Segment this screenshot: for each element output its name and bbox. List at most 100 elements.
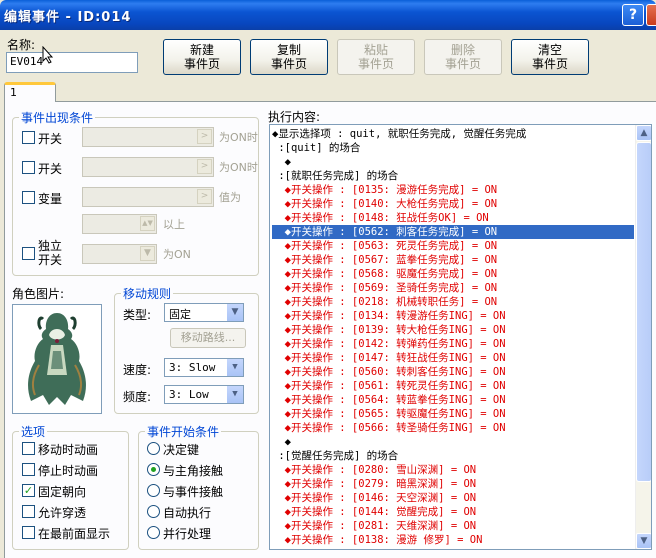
command-row[interactable]: ◆开关操作 : [0564: 转蓝拳任务ING] = ON [272, 393, 634, 407]
trigger-radio[interactable] [147, 442, 160, 455]
command-row[interactable]: ◆开关操作 : [0144: 觉醒完成] = ON [272, 505, 634, 519]
self-switch-label-1: 独立 [38, 239, 63, 253]
copy-page-button[interactable]: 复制 事件页 [250, 39, 328, 75]
scroll-up-icon[interactable]: ▲ [636, 125, 651, 141]
move-type-select[interactable]: 固定 ▼ [164, 303, 244, 322]
option-label: 允许穿透 [38, 506, 87, 520]
command-row[interactable]: ◆开关操作 : [0140: 大枪任务完成] = ON [272, 197, 634, 211]
option-checkbox[interactable] [22, 505, 35, 518]
window-title: 编辑事件 - ID:014 [4, 10, 132, 25]
character-graphic[interactable] [12, 304, 102, 414]
variable-arrow-icon: > [197, 189, 212, 204]
delete-page-button[interactable]: 删除 事件页 [424, 39, 502, 75]
tab-page-1[interactable]: 1 [4, 82, 56, 102]
switch1-field: > [82, 127, 214, 147]
command-row[interactable]: ◆开关操作 : [0147: 转狂战任务ING] = ON [272, 351, 634, 365]
trigger-radio[interactable] [147, 505, 160, 518]
command-row[interactable]: ◆开关操作 : [0139: 转大枪任务ING] = ON [272, 323, 634, 337]
help-button[interactable]: ? [622, 4, 644, 26]
switch2-field: > [82, 157, 214, 177]
command-row[interactable]: ◆开关操作 : [0567: 蓝拳任务完成] = ON [272, 253, 634, 267]
trigger-label: 自动执行 [163, 506, 212, 520]
move-route-button[interactable]: 移动路线... [170, 328, 246, 348]
self-switch-arrow-icon: ▼ [140, 246, 155, 261]
switch1-arrow-icon: > [197, 129, 212, 144]
variable-checkbox[interactable] [22, 191, 35, 204]
command-row[interactable]: :[quit] 的场合 [272, 141, 634, 155]
trigger-label: 与主角接触 [163, 464, 224, 478]
command-row[interactable]: ◆开关操作 : [0281: 天维深渊] = ON [272, 519, 634, 533]
self-switch-suffix: 为ON [163, 248, 191, 261]
new-page-button[interactable]: 新建 事件页 [163, 39, 241, 75]
new-page-label-2: 事件页 [183, 57, 220, 71]
self-switch-checkbox[interactable] [22, 247, 35, 260]
move-freq-label: 频度: [123, 390, 152, 404]
contents-label: 执行内容: [268, 110, 321, 124]
delete-page-label-2: 事件页 [444, 57, 481, 71]
command-row[interactable]: :[觉醒任务完成] 的场合 [272, 449, 634, 463]
event-commands-list[interactable]: ◆显示选择项 : quit, 就职任务完成, 觉醒任务完成 :[quit] 的场… [269, 124, 652, 550]
command-row[interactable]: ◆开关操作 : [0218: 机械转职任务] = ON [272, 295, 634, 309]
command-row[interactable]: ◆开关操作 : [0569: 圣骑任务完成] = ON [272, 281, 634, 295]
command-row[interactable]: ◆开关操作 : [0142: 转弹药任务ING] = ON [272, 337, 634, 351]
name-input[interactable]: EV014 [6, 52, 138, 73]
move-type-value: 固定 [169, 308, 191, 321]
command-row[interactable]: ◆开关操作 : [0561: 转死灵任务ING] = ON [272, 379, 634, 393]
option-label: 固定朝向 [38, 485, 87, 499]
self-switch-combo: ▼ [82, 244, 157, 264]
switch2-checkbox[interactable] [22, 161, 35, 174]
command-row[interactable]: ◆开关操作 : [0560: 转刺客任务ING] = ON [272, 365, 634, 379]
trigger-radio[interactable] [147, 526, 160, 539]
command-row[interactable]: ◆开关操作 : [0565: 转驱魔任务ING] = ON [272, 407, 634, 421]
command-row[interactable]: ◆开关操作 : [0566: 转圣骑任务ING] = ON [272, 421, 634, 435]
variable-field: > [82, 187, 214, 207]
option-checkbox[interactable] [22, 442, 35, 455]
self-switch-label-2: 开关 [38, 253, 63, 267]
paste-page-label-2: 事件页 [357, 57, 394, 71]
command-row[interactable]: ◆ [272, 435, 634, 449]
vertical-scrollbar[interactable]: ▲ ▼ [635, 125, 651, 549]
command-row[interactable]: ◆开关操作 : [0279: 暗黑深渊] = ON [272, 477, 634, 491]
copy-page-label-2: 事件页 [270, 57, 307, 71]
scroll-thumb[interactable] [636, 142, 651, 482]
command-row[interactable]: ◆ [272, 155, 634, 169]
trigger-label: 决定键 [163, 443, 200, 457]
command-row[interactable]: :[就职任务完成] 的场合 [272, 169, 634, 183]
close-button[interactable] [646, 4, 656, 26]
move-speed-select[interactable]: 3: Slow ▼ [164, 358, 244, 377]
option-label: 在最前面显示 [38, 527, 111, 541]
option-checkbox[interactable]: ✓ [22, 484, 35, 497]
option-checkbox[interactable] [22, 526, 35, 539]
trigger-radio[interactable] [147, 463, 160, 476]
command-row[interactable]: ◆开关操作 : [0135: 漫游任务完成] = ON [272, 183, 634, 197]
paste-page-button[interactable]: 粘贴 事件页 [337, 39, 415, 75]
trigger-radio[interactable] [147, 484, 160, 497]
command-row[interactable]: ◆开关操作 : [0563: 死灵任务完成] = ON [272, 239, 634, 253]
switch1-label: 开关 [38, 132, 63, 146]
variable-value-spinner: ▲▼ [82, 214, 157, 234]
spinner-arrow-icon: ▲▼ [140, 216, 155, 231]
command-row[interactable]: ◆开关操作 : [0562: 刺客任务完成] = ON [272, 225, 634, 239]
character-sprite-icon [28, 313, 86, 405]
command-row[interactable]: ◆开关操作 : [0148: 狂战任务OK] = ON [272, 211, 634, 225]
above-label: 以上 [163, 218, 185, 231]
mouse-cursor-icon [42, 45, 54, 67]
copy-page-label-1: 复制 [276, 43, 301, 57]
move-freq-select[interactable]: 3: Low ▼ [164, 385, 244, 404]
command-row[interactable]: ◆开关操作 : [0134: 转漫游任务ING] = ON [272, 309, 634, 323]
command-row[interactable]: ◆开关操作 : [0568: 驱魔任务完成] = ON [272, 267, 634, 281]
variable-suffix: 值为 [219, 191, 241, 204]
command-row[interactable]: ◆显示选择项 : quit, 就职任务完成, 觉醒任务完成 [272, 127, 634, 141]
trigger-label: 并行处理 [163, 527, 212, 541]
command-row[interactable]: ◆开关操作 : [0138: 漫游 修罗] = ON [272, 533, 634, 547]
trigger-title: 事件开始条件 [145, 423, 222, 440]
switch1-checkbox[interactable] [22, 131, 35, 144]
command-row[interactable]: ◆开关操作 : [0280: 雪山深渊] = ON [272, 463, 634, 477]
variable-label: 变量 [38, 192, 63, 206]
scroll-down-icon[interactable]: ▼ [636, 533, 651, 549]
clear-page-button[interactable]: 清空 事件页 [511, 39, 589, 75]
movement-title: 移动规则 [121, 285, 174, 302]
command-row[interactable]: ◆开关操作 : [0146: 天空深渊] = ON [272, 491, 634, 505]
option-checkbox[interactable] [22, 463, 35, 476]
paste-page-label-1: 粘贴 [363, 43, 388, 57]
